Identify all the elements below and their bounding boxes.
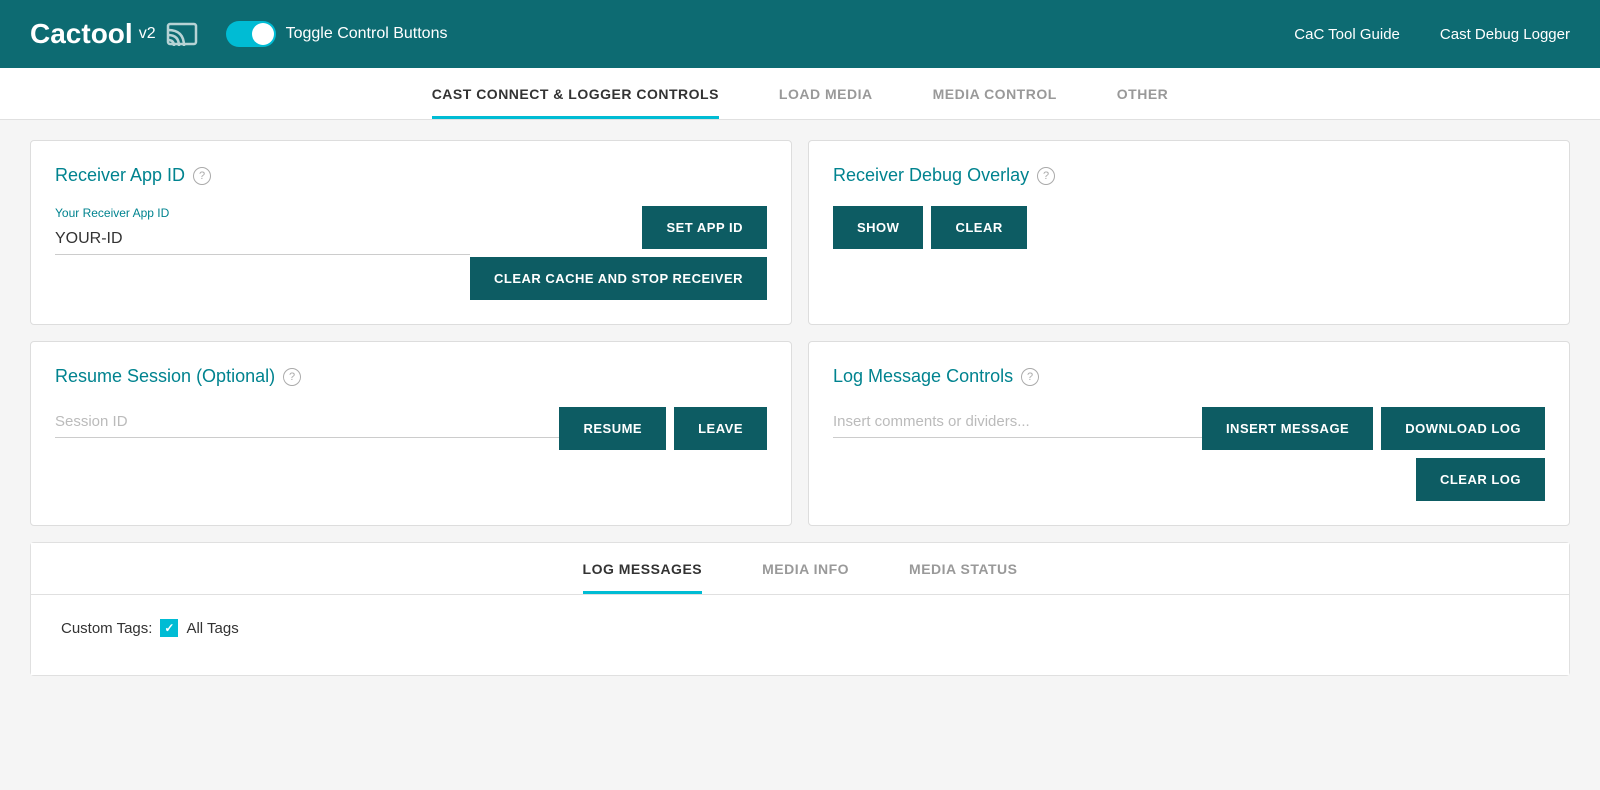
resume-session-right: RESUME LEAVE [559,407,767,450]
tab-log-messages[interactable]: LOG MESSAGES [583,543,703,594]
log-message-controls-title: Log Message Controls ? [833,366,1545,387]
receiver-debug-overlay-title: Receiver Debug Overlay ? [833,165,1545,186]
bottom-tabs: LOG MESSAGES MEDIA INFO MEDIA STATUS [31,543,1569,595]
receiver-app-id-card: Receiver App ID ? Your Receiver App ID S… [30,140,792,325]
download-log-button[interactable]: DOWNLOAD LOG [1381,407,1545,450]
cards-grid: Receiver App ID ? Your Receiver App ID S… [30,140,1570,526]
resume-session-title: Resume Session (Optional) ? [55,366,767,387]
clear-cache-stop-receiver-button[interactable]: CLEAR CACHE AND STOP RECEIVER [470,257,767,300]
receiver-app-id-right: SET APP ID CLEAR CACHE AND STOP RECEIVER [470,206,767,300]
custom-tags-row: Custom Tags: All Tags [61,619,1539,637]
insert-message-button[interactable]: INSERT MESSAGE [1202,407,1373,450]
receiver-app-id-body: Your Receiver App ID SET APP ID CLEAR CA… [55,206,767,300]
toggle-thumb [252,23,274,45]
toggle-area[interactable]: Toggle Control Buttons [226,21,448,47]
tab-cast-connect[interactable]: CAST CONNECT & LOGGER CONTROLS [432,68,719,119]
log-controls-body: INSERT MESSAGE DOWNLOAD LOG CLEAR LOG [833,407,1545,501]
clear-overlay-button[interactable]: CLEAR [931,206,1026,249]
clear-log-button[interactable]: CLEAR LOG [1416,458,1545,501]
all-tags-label: All Tags [186,620,238,637]
tab-media-status[interactable]: MEDIA STATUS [909,543,1017,594]
toggle-switch[interactable] [226,21,276,47]
resume-session-card: Resume Session (Optional) ? RESUME LEAVE [30,341,792,526]
tab-load-media[interactable]: LOAD MEDIA [779,68,873,119]
logo-text: Cactool v2 [30,18,156,50]
log-btn-row-bottom: CLEAR LOG [1416,458,1545,501]
show-button[interactable]: SHOW [833,206,923,249]
app-header: Cactool v2 Toggle Control Buttons CaC To… [0,0,1600,68]
tab-other[interactable]: OTHER [1117,68,1169,119]
toggle-label: Toggle Control Buttons [286,25,448,43]
leave-button[interactable]: LEAVE [674,407,767,450]
receiver-app-id-help-icon[interactable]: ? [193,167,211,185]
session-id-input[interactable] [55,407,559,438]
main-content: Receiver App ID ? Your Receiver App ID S… [0,120,1600,696]
receiver-app-id-input-group: Your Receiver App ID [55,206,470,255]
session-id-input-group [55,407,559,438]
custom-tags-label: Custom Tags: [61,620,152,637]
receiver-debug-overlay-help-icon[interactable]: ? [1037,167,1055,185]
resume-session-help-icon[interactable]: ? [283,368,301,386]
logo-area: Cactool v2 [30,18,206,50]
resume-button[interactable]: RESUME [559,407,666,450]
receiver-app-id-title: Receiver App ID ? [55,165,767,186]
log-btn-row-top: INSERT MESSAGE DOWNLOAD LOG [1202,407,1545,450]
receiver-app-id-input[interactable] [55,224,470,255]
main-tabs: CAST CONNECT & LOGGER CONTROLS LOAD MEDI… [0,68,1600,120]
log-input-area [833,407,1202,438]
log-message-controls-help-icon[interactable]: ? [1021,368,1039,386]
log-btn-group: INSERT MESSAGE DOWNLOAD LOG CLEAR LOG [1202,407,1545,501]
log-message-input[interactable] [833,407,1202,438]
nav-cast-debug-logger[interactable]: Cast Debug Logger [1440,26,1570,43]
all-tags-checkbox[interactable] [160,619,178,637]
tab-media-info[interactable]: MEDIA INFO [762,543,849,594]
receiver-app-id-input-label: Your Receiver App ID [55,206,470,220]
resume-session-body: RESUME LEAVE [55,407,767,454]
resume-session-buttons: RESUME LEAVE [559,407,767,450]
header-nav: CaC Tool Guide Cast Debug Logger [1294,26,1570,43]
set-app-id-button[interactable]: SET APP ID [642,206,767,249]
tab-media-control[interactable]: MEDIA CONTROL [933,68,1057,119]
receiver-app-id-left: Your Receiver App ID [55,206,470,271]
resume-session-left [55,407,559,454]
receiver-debug-overlay-card: Receiver Debug Overlay ? SHOW CLEAR [808,140,1570,325]
receiver-debug-overlay-buttons: SHOW CLEAR [833,206,1545,249]
bottom-section: LOG MESSAGES MEDIA INFO MEDIA STATUS Cus… [30,542,1570,676]
bottom-content: Custom Tags: All Tags [31,595,1569,675]
cast-icon [166,18,206,50]
nav-cac-tool-guide[interactable]: CaC Tool Guide [1294,26,1400,43]
log-message-controls-card: Log Message Controls ? INSERT MESSAGE DO… [808,341,1570,526]
toggle-track [226,21,276,47]
